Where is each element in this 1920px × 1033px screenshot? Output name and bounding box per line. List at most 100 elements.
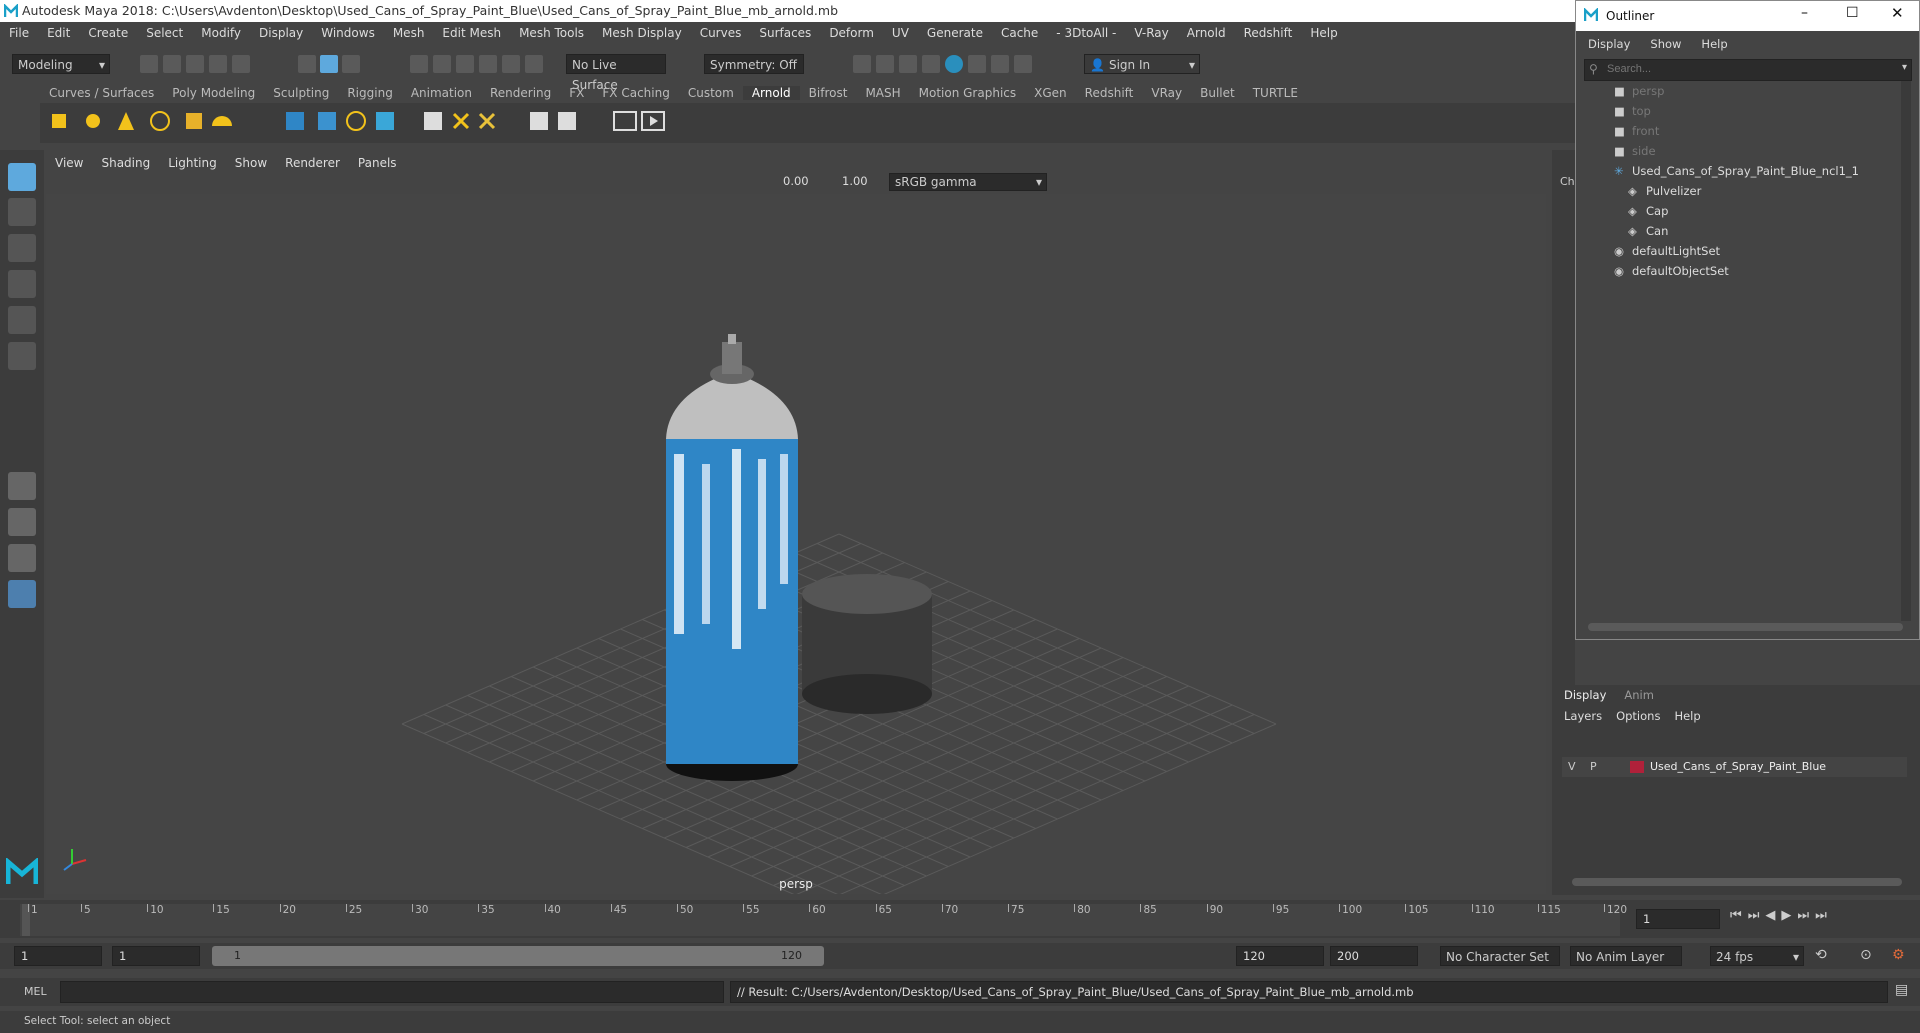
point-light-icon[interactable] <box>86 114 100 128</box>
outliner-item[interactable]: ◉ defaultObjectSet <box>1614 261 1729 281</box>
character-set-dropdown[interactable]: No Character Set <box>1440 946 1560 966</box>
select-tool-icon[interactable] <box>8 163 36 191</box>
auto-key-icon[interactable]: ⊙ <box>1860 947 1872 963</box>
scene-start-field[interactable]: 1 <box>14 946 102 966</box>
outliner-search-input[interactable] <box>1607 61 1877 77</box>
select-by-hierarchy-icon[interactable] <box>298 55 316 73</box>
outliner-item[interactable]: ■ top <box>1614 101 1651 121</box>
panel-menu-1[interactable]: Shading <box>92 156 159 170</box>
mesh-light-icon[interactable] <box>186 113 202 129</box>
snap-view-icon[interactable] <box>479 55 497 73</box>
shelf-tab-11[interactable]: MASH <box>856 86 909 100</box>
outliner-menu-0[interactable]: Display <box>1588 37 1630 51</box>
quad-light-icon[interactable] <box>150 111 170 131</box>
snap-surface-icon[interactable] <box>502 55 520 73</box>
render-preview-icon[interactable] <box>613 111 637 131</box>
outliner-layout-icon[interactable] <box>8 580 36 608</box>
undo-icon[interactable] <box>209 55 227 73</box>
layer-row[interactable]: V P Used_Cans_of_Spray_Paint_Blue <box>1562 757 1907 777</box>
snap-curve-icon[interactable] <box>433 55 451 73</box>
loop-icon[interactable]: ⟲ <box>1815 947 1827 963</box>
menu-11[interactable]: Curves <box>691 26 751 40</box>
outliner-item[interactable]: ✳ Used_Cans_of_Spray_Paint_Blue_ncl1_1 <box>1614 161 1859 181</box>
layer-color-swatch[interactable] <box>1630 761 1644 773</box>
flush-cache-icon[interactable] <box>452 112 470 130</box>
layer-tab-1[interactable]: Anim <box>1624 688 1654 702</box>
outliner-vertical-scrollbar[interactable] <box>1901 81 1911 621</box>
outliner-menu-2[interactable]: Help <box>1701 37 1727 51</box>
menu-14[interactable]: UV <box>883 26 918 40</box>
shelf-tab-12[interactable]: Motion Graphics <box>910 86 1026 100</box>
select-by-object-icon[interactable] <box>320 55 338 73</box>
current-frame-field[interactable]: 1 <box>1636 909 1720 929</box>
spot-light-icon[interactable] <box>118 112 134 130</box>
menu-19[interactable]: Arnold <box>1178 26 1235 40</box>
cap-mesh[interactable] <box>802 574 932 714</box>
arnold-render-icon[interactable] <box>968 55 986 73</box>
layer-menu-1[interactable]: Options <box>1616 709 1660 723</box>
menu-10[interactable]: Mesh Display <box>593 26 691 40</box>
panel-menu-3[interactable]: Show <box>226 156 276 170</box>
standin-icon[interactable] <box>286 112 304 130</box>
playback-controls[interactable]: ⏮⏭◀▶⏭⏭ <box>1730 908 1833 923</box>
menu-3[interactable]: Select <box>137 26 192 40</box>
spray-can-mesh[interactable] <box>666 334 798 781</box>
fps-dropdown[interactable]: 24 fps ▾ <box>1710 946 1804 966</box>
sign-in-button[interactable]: 👤 Sign In ▾ <box>1084 54 1200 74</box>
menu-17[interactable]: - 3DtoAll - <box>1047 26 1125 40</box>
range-slider[interactable]: 1 120 <box>212 946 824 966</box>
panel-menu-0[interactable]: View <box>46 156 92 170</box>
menu-5[interactable]: Display <box>250 26 312 40</box>
outliner-horizontal-scrollbar[interactable] <box>1588 623 1903 631</box>
persp-outliner-layout-icon[interactable] <box>8 544 36 572</box>
render-settings-icon[interactable] <box>922 55 940 73</box>
outliner-item[interactable]: ■ front <box>1614 121 1659 141</box>
command-input[interactable] <box>60 981 724 1003</box>
gamma-field[interactable]: 1.00 <box>836 173 876 191</box>
maximize-icon[interactable]: ☐ <box>1846 5 1859 21</box>
step-back-frame-icon[interactable]: ◀ <box>1765 908 1781 923</box>
shelf-tab-13[interactable]: XGen <box>1025 86 1076 100</box>
scale-tool-icon[interactable] <box>8 342 36 370</box>
menu-20[interactable]: Redshift <box>1235 26 1302 40</box>
play-forward-icon[interactable]: ▶ <box>1781 908 1797 923</box>
redo-icon[interactable] <box>232 55 250 73</box>
light-manager-icon[interactable] <box>530 112 548 130</box>
playback-toggle[interactable]: P <box>1590 760 1597 773</box>
texture-manager-icon[interactable] <box>478 112 496 130</box>
lasso-tool-icon[interactable] <box>8 198 36 226</box>
visibility-toggle[interactable]: V <box>1568 760 1576 773</box>
shelf-tab-6[interactable]: FX <box>560 86 593 100</box>
shelf-tab-5[interactable]: Rendering <box>481 86 560 100</box>
close-icon[interactable]: ✕ <box>1891 4 1904 22</box>
symmetry-dropdown[interactable]: Symmetry: Off <box>704 54 804 74</box>
layer-menu-2[interactable]: Help <box>1674 709 1700 723</box>
shelf-tab-15[interactable]: VRay <box>1142 86 1191 100</box>
shelf-tab-10[interactable]: Bifrost <box>800 86 857 100</box>
select-by-component-icon[interactable] <box>342 55 360 73</box>
play-render-icon[interactable] <box>641 111 665 131</box>
channel-box-tab[interactable]: Ch <box>1560 175 1575 188</box>
exposure-field[interactable]: 0.00 <box>777 173 817 191</box>
menu-set-dropdown[interactable]: Modeling ▾ <box>12 54 110 74</box>
outliner-item[interactable]: ◉ defaultLightSet <box>1614 241 1720 261</box>
snap-point-icon[interactable] <box>456 55 474 73</box>
outliner-search-bar[interactable]: ⚲ ▾ <box>1584 59 1912 81</box>
menu-2[interactable]: Create <box>79 26 137 40</box>
menu-15[interactable]: Generate <box>918 26 992 40</box>
step-forward-icon[interactable]: ⏭ <box>1797 908 1815 923</box>
skydome-light-icon[interactable] <box>212 116 232 126</box>
shelf-tab-1[interactable]: Poly Modeling <box>163 86 264 100</box>
snap-grid-icon[interactable] <box>410 55 428 73</box>
panel-menu-2[interactable]: Lighting <box>159 156 226 170</box>
script-editor-icon[interactable]: ▤ <box>1895 982 1908 998</box>
menu-9[interactable]: Mesh Tools <box>510 26 593 40</box>
open-scene-icon[interactable] <box>163 55 181 73</box>
layer-menu-0[interactable]: Layers <box>1564 709 1602 723</box>
shelf-tab-2[interactable]: Sculpting <box>264 86 338 100</box>
outliner-item[interactable]: ◈ Can <box>1628 221 1668 241</box>
anim-layer-dropdown[interactable]: No Anim Layer <box>1570 946 1682 966</box>
chevron-down-icon[interactable]: ▾ <box>1902 62 1907 73</box>
outliner-item[interactable]: ◈ Cap <box>1628 201 1668 221</box>
volume-icon[interactable] <box>346 111 366 131</box>
